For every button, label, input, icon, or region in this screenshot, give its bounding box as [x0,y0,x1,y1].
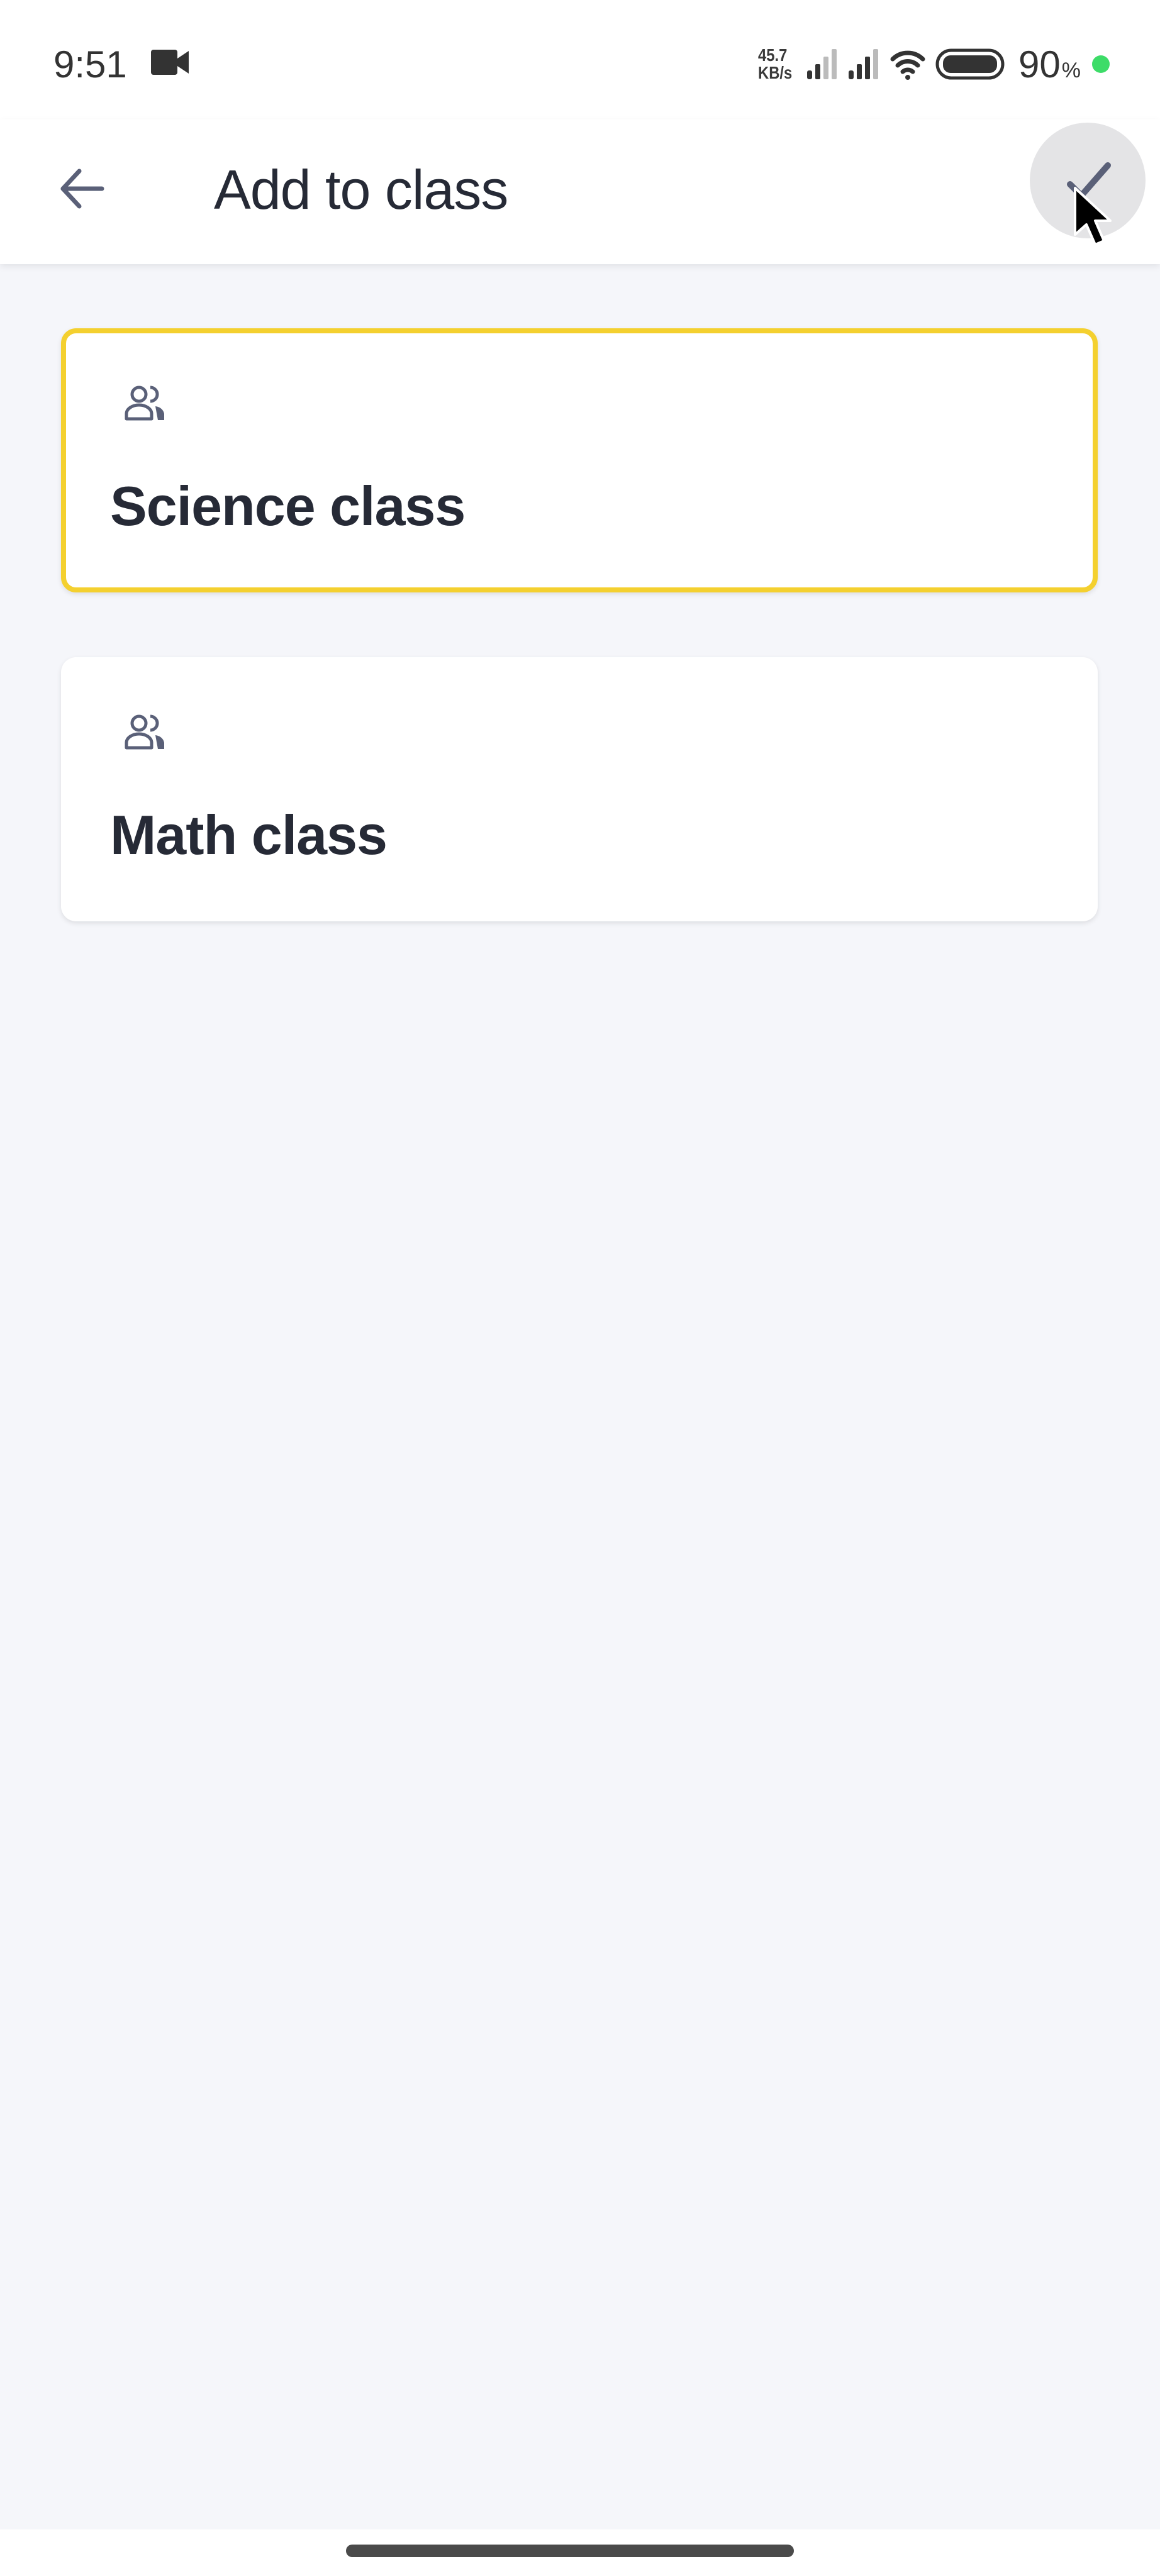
status-icons: 45.7 KB/s 90 % [758,39,1110,89]
page-title: Add to class [214,158,508,221]
confirm-button[interactable] [1030,123,1146,238]
battery-level: 90 [1018,43,1061,86]
group-icon [125,386,164,421]
charging-indicator-dot [1092,55,1110,73]
signal-bars-icon [849,49,879,79]
class-card-math[interactable]: Math class [61,657,1098,921]
signal-bars-icon [807,49,837,79]
gesture-navigation-bar [0,2529,1160,2576]
video-camera-icon [151,50,189,75]
group-icon [125,714,164,750]
status-time: 9:51 [53,43,127,86]
battery-icon [935,48,1005,80]
wifi-icon [890,50,925,80]
check-icon [1067,162,1111,199]
arrow-left-icon [60,169,104,209]
battery-percentage: 90 % [1018,43,1081,86]
class-card-science[interactable]: Science class [61,328,1098,592]
back-button[interactable] [44,151,120,226]
status-bar: 9:51 45.7 KB/s 90 % [0,0,1160,119]
home-gesture-handle[interactable] [346,2545,794,2557]
battery-percent-sign: % [1061,58,1081,82]
network-speed-unit: KB/s [758,63,793,82]
app-bar: Add to class [0,119,1160,264]
class-name: Science class [110,475,466,537]
network-speed: 45.7 KB/s [758,47,792,82]
network-speed-value: 45.7 [758,45,788,65]
class-name: Math class [110,804,388,866]
class-list: Science class Math class [61,328,1098,986]
